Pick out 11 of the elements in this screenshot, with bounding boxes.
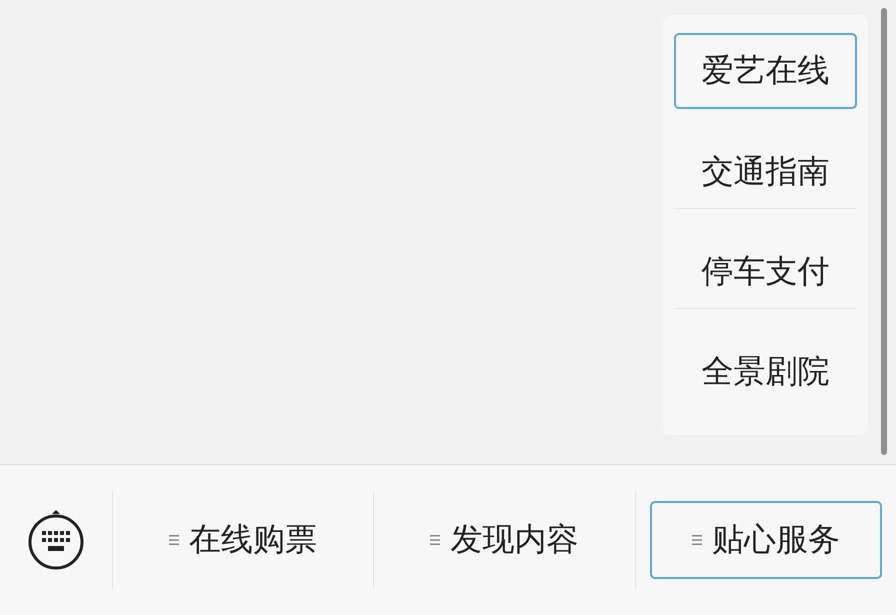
menu-icon (169, 534, 180, 546)
menu-tab[interactable]: 在线购票 (127, 501, 360, 579)
menu-item[interactable]: 交通指南 (674, 136, 857, 209)
menu-item[interactable]: 全景剧院 (674, 336, 857, 408)
menu-item[interactable]: 爱艺在线 (674, 33, 857, 109)
scrollbar[interactable] (881, 8, 887, 455)
menu-icon (430, 534, 440, 546)
menu-tab[interactable]: 贴心服务 (650, 501, 882, 579)
menu-icon (692, 534, 702, 546)
menu-item[interactable]: 停车支付 (674, 236, 857, 309)
menu-tab[interactable]: 发现内容 (388, 501, 621, 579)
